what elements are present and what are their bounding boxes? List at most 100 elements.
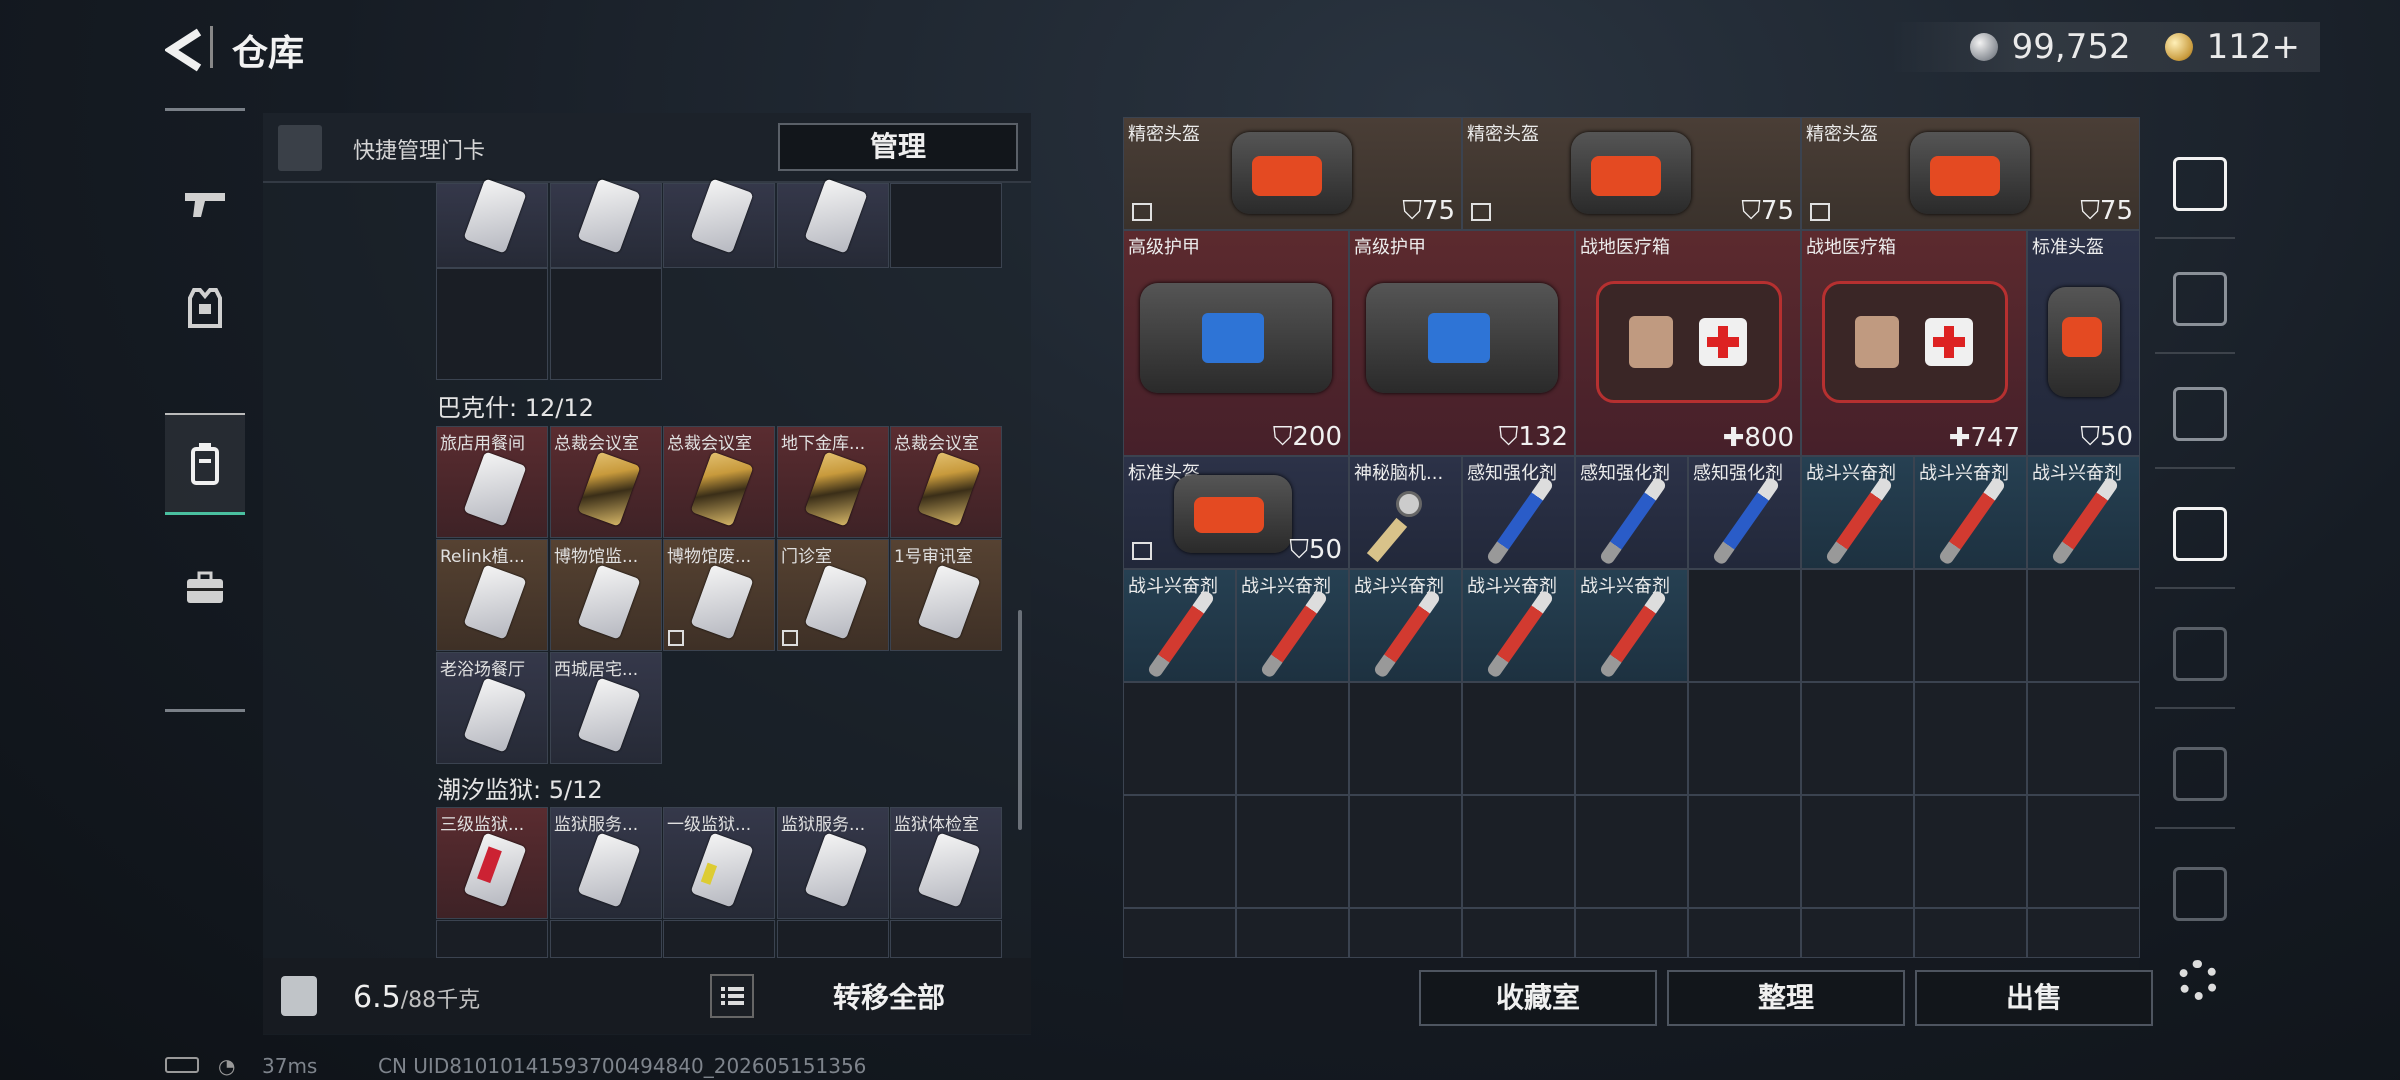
empty-slot[interactable] [436, 268, 548, 380]
empty-slot[interactable] [1801, 795, 1914, 908]
stash-item-combat-stim[interactable]: 战斗兴奋剂 [1801, 456, 1914, 569]
stash-item-brain-chip[interactable]: 神秘脑机... [1349, 456, 1462, 569]
backpack-tier-icon[interactable] [2173, 387, 2227, 441]
nav-armor[interactable] [165, 268, 245, 348]
stash-item-perception-stim[interactable]: 感知强化剂 [1575, 456, 1688, 569]
keycard-slot[interactable]: Relink植... [436, 539, 548, 651]
keycard-slot[interactable]: 监狱服务... [777, 807, 889, 919]
empty-slot[interactable] [1462, 795, 1575, 908]
armor-tier-icon[interactable] [2173, 272, 2227, 326]
stash-item-combat-stim[interactable]: 战斗兴奋剂 [1123, 569, 1236, 682]
medkit-tier-icon[interactable] [2173, 507, 2227, 561]
case-tier-icon[interactable] [2173, 747, 2227, 801]
empty-slot[interactable] [1236, 795, 1349, 908]
keycard-slot[interactable]: 总裁会议室 [550, 426, 662, 538]
stash-item-combat-stim[interactable]: 战斗兴奋剂 [1462, 569, 1575, 682]
nav-weapons[interactable] [165, 168, 245, 240]
keycard-slot[interactable]: 总裁会议室 [663, 426, 775, 538]
empty-slot[interactable] [1914, 908, 2027, 958]
stash-item-helmet[interactable]: 标准头盔 ⛉50 [2027, 230, 2140, 456]
keycard-slot[interactable]: 地下金库... [777, 426, 889, 538]
sort-button[interactable]: 整理 [1667, 970, 1905, 1026]
empty-slot[interactable] [1462, 908, 1575, 958]
stash-item-helmet[interactable]: 精密头盔 ⛉75 [1801, 117, 2140, 230]
stash-item-combat-stim[interactable]: 战斗兴奋剂 [1575, 569, 1688, 682]
helmet-icon[interactable] [2173, 157, 2227, 211]
list-icon[interactable] [710, 974, 754, 1018]
gold-balance[interactable]: 112+ [2207, 27, 2300, 67]
empty-slot[interactable] [1914, 682, 2027, 795]
empty-slot[interactable] [1575, 795, 1688, 908]
empty-slot[interactable] [1462, 682, 1575, 795]
empty-slot[interactable] [1575, 682, 1688, 795]
stash-item-medkit[interactable]: 战地医疗箱 ✚800 [1575, 230, 1801, 456]
keycard-slot[interactable]: 旅店用餐间 [436, 426, 548, 538]
settings-gear-icon[interactable] [2178, 960, 2218, 1000]
stash-item-perception-stim[interactable]: 感知强化剂 [1688, 456, 1801, 569]
stash-item-combat-stim[interactable]: 战斗兴奋剂 [1914, 456, 2027, 569]
empty-slot[interactable] [550, 268, 662, 380]
manage-button[interactable]: 管理 [778, 123, 1018, 171]
empty-slot[interactable] [1688, 908, 1801, 958]
empty-slot[interactable] [1801, 682, 1914, 795]
empty-slot[interactable] [663, 920, 775, 958]
collection-room-button[interactable]: 收藏室 [1419, 970, 1657, 1026]
keycard-slot[interactable]: 西城居宅... [550, 652, 662, 764]
stash-item-medkit[interactable]: 战地医疗箱 ✚747 [1801, 230, 2027, 456]
empty-slot[interactable] [2027, 908, 2140, 958]
empty-slot[interactable] [1123, 682, 1236, 795]
keycard-slot[interactable]: 门诊室 [777, 539, 889, 651]
sell-button[interactable]: 出售 [1915, 970, 2153, 1026]
empty-slot[interactable] [436, 920, 548, 958]
empty-slot[interactable] [1801, 569, 1914, 682]
empty-slot[interactable] [550, 920, 662, 958]
empty-slot[interactable] [890, 920, 1002, 958]
keycard-slot[interactable]: 1号审讯室 [890, 539, 1002, 651]
stash-item-helmet[interactable]: 精密头盔 ⛉75 [1462, 117, 1801, 230]
empty-slot[interactable] [1688, 795, 1801, 908]
keycard-slot[interactable] [436, 178, 548, 268]
empty-slot[interactable] [2027, 569, 2140, 682]
stash-item-combat-stim[interactable]: 战斗兴奋剂 [2027, 456, 2140, 569]
stash-item-perception-stim[interactable]: 感知强化剂 [1462, 456, 1575, 569]
nav-keycards[interactable] [165, 413, 245, 515]
empty-slot[interactable] [2027, 682, 2140, 795]
keycard-slot[interactable]: 监狱体检室 [890, 807, 1002, 919]
keycard-slot[interactable]: 总裁会议室 [890, 426, 1002, 538]
stash-item-combat-stim[interactable]: 战斗兴奋剂 [1236, 569, 1349, 682]
keycard-slot[interactable]: 博物馆监... [550, 539, 662, 651]
empty-slot[interactable] [1349, 795, 1462, 908]
empty-slot[interactable] [777, 920, 889, 958]
scrollbar[interactable] [1018, 610, 1022, 830]
empty-slot[interactable] [1349, 908, 1462, 958]
transfer-all-button[interactable]: 转移全部 [833, 976, 945, 1016]
empty-slot[interactable] [1688, 682, 1801, 795]
back-arrow-icon[interactable] [165, 28, 205, 72]
empty-slot[interactable] [1801, 908, 1914, 958]
empty-slot[interactable] [1236, 908, 1349, 958]
keycard-slot[interactable]: 老浴场餐厅 [436, 652, 548, 764]
rig-tier-icon[interactable] [2173, 627, 2227, 681]
empty-slot[interactable] [1123, 795, 1236, 908]
empty-slot[interactable] [2027, 795, 2140, 908]
stash-item-combat-stim[interactable]: 战斗兴奋剂 [1349, 569, 1462, 682]
stash-item-armor[interactable]: 高级护甲 ⛉132 [1349, 230, 1575, 456]
stash-item-armor[interactable]: 高级护甲 ⛉200 [1123, 230, 1349, 456]
keycard-slot[interactable]: 监狱服务... [550, 807, 662, 919]
medkit-add-icon[interactable] [2173, 867, 2227, 921]
empty-slot[interactable] [1349, 682, 1462, 795]
keycard-slot[interactable]: 博物馆废... [663, 539, 775, 651]
empty-slot[interactable] [1914, 569, 2027, 682]
keycard-slot[interactable] [777, 178, 889, 268]
keycard-slot[interactable] [663, 178, 775, 268]
empty-slot[interactable] [1123, 908, 1236, 958]
empty-slot[interactable] [1236, 682, 1349, 795]
empty-slot[interactable] [1575, 908, 1688, 958]
keycard-slot[interactable]: 三级监狱... [436, 807, 548, 919]
keycard-slot[interactable] [550, 178, 662, 268]
keycard-slot[interactable]: 一级监狱... [663, 807, 775, 919]
empty-slot[interactable] [890, 183, 1002, 268]
empty-slot[interactable] [1914, 795, 2027, 908]
nav-containers[interactable] [165, 548, 245, 628]
stash-item-helmet[interactable]: 标准头盔 ⛉50 [1123, 456, 1349, 569]
